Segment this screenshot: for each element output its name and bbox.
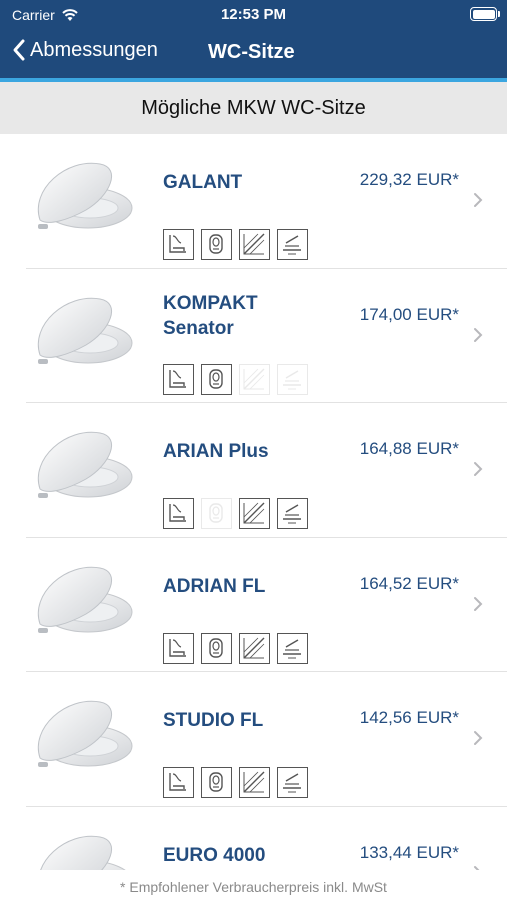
product-list: GALANT 229,32 EUR* KOMPAKT Senator 174,00 EU… [0,134,507,870]
feature-icons [163,498,308,529]
top-bar: Carrier 12:53 PM Abmessungen WC-Sitze [0,0,507,80]
toilet-seat-image [26,688,138,788]
product-price: 174,00 EUR* [359,304,459,324]
feature-icons [163,229,308,260]
status-bar: Carrier 12:53 PM [0,0,507,30]
section-header: Mögliche MKW WC-Sitze [0,82,507,134]
product-row[interactable]: STUDIO FL 142,56 EUR* [26,672,507,807]
lid-lift-icon [277,229,308,260]
product-price: 142,56 EUR* [359,708,459,727]
product-name: GALANT [163,172,243,193]
status-time: 12:53 PM [220,6,287,23]
toilet-seat-image [26,150,138,250]
seat-profile-icon [163,363,194,395]
feature-icons [163,767,308,798]
diagonal-surface-icon [239,498,270,529]
product-name: ADRIAN FL [163,575,266,597]
seat-profile-icon [163,767,194,798]
feature-icons [163,632,308,664]
feature-icons [163,363,308,395]
product-name-line1: KOMPAKT [163,292,258,314]
seat-profile-icon [163,498,194,529]
chevron-right-icon [473,327,483,343]
chevron-left-icon [13,39,25,61]
wc-bowl-icon [201,498,232,529]
product-name: STUDIO FL [163,710,264,731]
wc-bowl-icon [201,363,232,395]
wc-bowl-icon [201,767,232,798]
product-row[interactable]: EURO 4000 133,44 EUR* [26,807,507,870]
chevron-right-icon [473,192,483,208]
back-button-label: Abmessungen [30,38,158,61]
toilet-seat-image [26,823,138,870]
product-name: KOMPAKT Senator [163,291,333,341]
wc-bowl-icon [201,229,232,260]
product-name-line2: Senator [163,317,234,339]
product-price: 164,52 EUR* [359,573,459,593]
diagonal-surface-icon [239,632,270,664]
product-row[interactable]: ARIAN Plus 164,88 EUR* [26,403,507,538]
diagonal-surface-icon [239,229,270,260]
toilet-seat-image [26,419,138,519]
diagonal-surface-icon [239,767,270,798]
product-row[interactable]: ADRIAN FL 164,52 EUR* [26,538,507,672]
chevron-right-icon [473,730,483,746]
lid-lift-icon [277,363,308,395]
product-name: EURO 4000 [163,844,266,866]
seat-profile-icon [163,632,194,664]
product-price: 164,88 EUR* [359,439,459,458]
chevron-right-icon [473,596,483,612]
product-price: 133,44 EUR* [359,842,459,862]
back-button[interactable]: Abmessungen [12,38,158,62]
lid-lift-icon [277,498,308,529]
navigation-bar: Abmessungen WC-Sitze [0,30,507,78]
battery-icon [470,7,500,21]
lid-lift-icon [277,767,308,798]
footer-note: * Empfohlener Verbraucherpreis inkl. MwS… [0,870,507,900]
wc-bowl-icon [201,632,232,664]
product-name: ARIAN Plus [163,441,269,462]
product-price: 229,32 EUR* [359,170,459,189]
product-row[interactable]: KOMPAKT Senator 174,00 EUR* [26,269,507,403]
seat-profile-icon [163,229,194,260]
chevron-right-icon [473,461,483,477]
product-row[interactable]: GALANT 229,32 EUR* [26,134,507,269]
lid-lift-icon [277,632,308,664]
toilet-seat-image [26,554,138,654]
toilet-seat-image [26,285,138,385]
diagonal-surface-icon [239,363,270,395]
page-title: WC-Sitze [208,41,295,63]
